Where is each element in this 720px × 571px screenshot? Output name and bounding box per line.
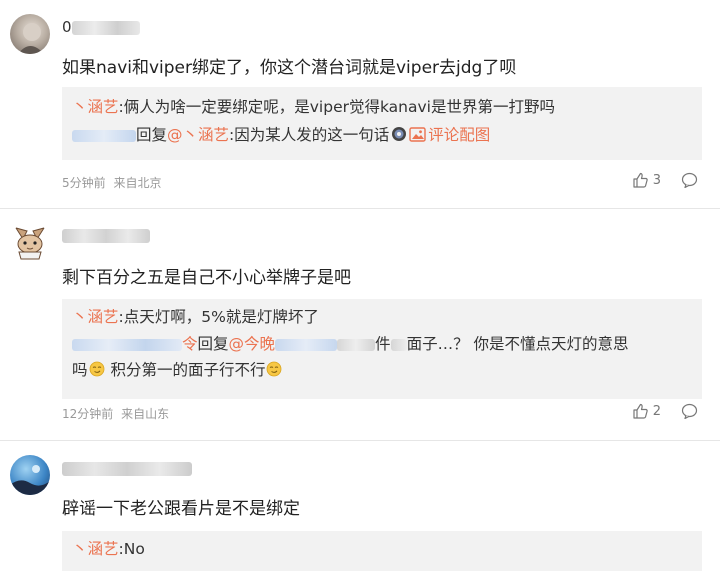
comment-text: 如果navi和viper绑定了，你这个潜台词就是viper去jdg了呗 — [62, 58, 517, 78]
comment-bubble-icon[interactable] — [681, 403, 698, 419]
comment-meta: 12分钟前 来自山东 — [62, 405, 169, 422]
like-count: 2 — [652, 403, 661, 419]
image-icon — [409, 127, 426, 142]
comment-actions: 3 — [632, 172, 698, 188]
like-button[interactable]: 2 — [632, 403, 661, 419]
emoji-icon — [391, 126, 407, 142]
username-blur — [62, 461, 192, 476]
comment-time: 5分钟前 — [62, 176, 106, 190]
reply-text: 点天灯啊，5%就是灯牌坏了 — [123, 308, 319, 326]
comment-item: 0 如果navi和viper绑定了，你这个潜台词就是viper去jdg了呗 丶涵… — [0, 0, 720, 206]
reply-text: 积分第一的面子行不行 — [105, 361, 266, 379]
avatar[interactable] — [10, 14, 50, 54]
username[interactable] — [62, 458, 192, 478]
reply-username[interactable]: 丶涵艺 — [72, 308, 119, 326]
reply-line: 回复@丶涵艺:因为某人发的这一句话 评论配图 — [72, 124, 490, 146]
username-blur — [62, 228, 150, 243]
username-blur[interactable] — [72, 129, 136, 142]
comment-location: 来自山东 — [121, 407, 170, 421]
reply-text: 俩人为啥一定要绑定呢，是viper觉得kanavi是世界第一打野吗 — [123, 98, 555, 116]
reply-username[interactable]: 丶涵艺 — [72, 98, 119, 116]
comment-time: 12分钟前 — [62, 407, 114, 421]
reply-username[interactable]: 令 — [72, 335, 198, 353]
reply-box: 丶涵艺:点天灯啊，5%就是灯牌坏了 令回复@今晚件面子…？ 你是不懂点天灯的意思… — [62, 299, 702, 399]
avatar[interactable] — [10, 222, 50, 262]
reply-box: 丶涵艺:No — [62, 531, 702, 571]
username-blur — [275, 338, 338, 351]
smirk-emoji-icon — [89, 361, 105, 377]
reply-line: 丶涵艺:No — [72, 540, 145, 558]
thumbs-up-icon — [632, 403, 648, 419]
mention-link[interactable]: @丶涵艺 — [167, 126, 229, 144]
username-blur — [71, 20, 140, 35]
comment-bubble-icon[interactable] — [681, 172, 698, 188]
text-blur — [390, 338, 407, 351]
username[interactable]: 0 — [62, 17, 140, 37]
like-count: 3 — [652, 172, 661, 188]
avatar[interactable] — [10, 455, 50, 495]
thumbs-up-icon — [632, 172, 648, 188]
comment-item: 辟谣一下老公跟看片是不是绑定 丶涵艺:No — [0, 441, 720, 571]
reply-username[interactable]: 丶涵艺 — [72, 540, 119, 558]
mention-link[interactable]: @今晚 — [229, 335, 338, 353]
comment-meta: 5分钟前 来自北京 — [62, 174, 161, 191]
username[interactable] — [62, 225, 150, 245]
reply-line: 丶涵艺:俩人为啥一定要绑定呢，是viper觉得kanavi是世界第一打野吗 — [72, 98, 555, 116]
like-button[interactable]: 3 — [632, 172, 661, 188]
reply-line: 令回复@今晚件面子…？ 你是不懂点天灯的意思 — [72, 333, 629, 355]
smirk-emoji-icon — [266, 361, 282, 377]
image-link[interactable]: 评论配图 — [409, 126, 490, 144]
comment-actions: 2 — [632, 403, 698, 419]
reply-line: 丶涵艺:点天灯啊，5%就是灯牌坏了 — [72, 308, 319, 326]
reply-text: 因为某人发的这一句话 — [234, 126, 390, 144]
comment-location: 来自北京 — [113, 176, 162, 190]
reply-text: No — [123, 540, 145, 558]
reply-line: 吗 积分第一的面子行不行 — [72, 359, 282, 381]
username-blur — [72, 338, 182, 351]
text-blur — [337, 338, 376, 351]
comment-text: 剩下百分之五是自己不小心举牌子是吧 — [62, 268, 351, 288]
comment-item: 剩下百分之五是自己不小心举牌子是吧 丶涵艺:点天灯啊，5%就是灯牌坏了 令回复@… — [0, 209, 720, 439]
comment-text: 辟谣一下老公跟看片是不是绑定 — [62, 499, 300, 519]
reply-box: 丶涵艺:俩人为啥一定要绑定呢，是viper觉得kanavi是世界第一打野吗 回复… — [62, 87, 702, 160]
reply-text: 面子…？ 你是不懂点天灯的意思 — [406, 335, 629, 353]
